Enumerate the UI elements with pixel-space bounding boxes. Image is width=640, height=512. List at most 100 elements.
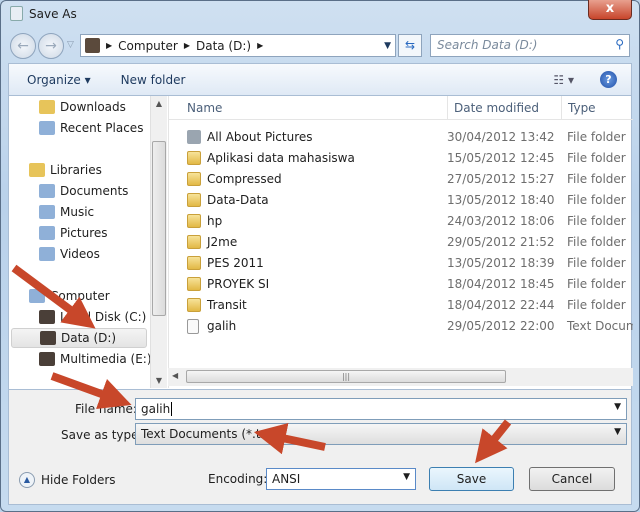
nav-item[interactable]: Pictures bbox=[39, 223, 108, 243]
file-row[interactable]: Aplikasi data mahasiswa 15/05/2012 12:45 F… bbox=[169, 148, 633, 169]
horizontal-scrollbar[interactable]: ◀ ||| bbox=[168, 368, 633, 386]
help-icon[interactable]: ? bbox=[600, 71, 617, 88]
folder-icon bbox=[187, 298, 201, 312]
nav-item[interactable]: Downloads bbox=[39, 97, 126, 117]
chevron-down-icon[interactable]: ▼ bbox=[403, 472, 410, 482]
file-name: PES 2011 bbox=[207, 256, 264, 270]
search-input[interactable]: Search Data (D:) ⚲ bbox=[430, 34, 630, 57]
view-options-icon[interactable]: ☷ ▾ bbox=[553, 73, 574, 87]
nav-scrollbar[interactable]: ▲ ▼ bbox=[150, 96, 167, 388]
network-folder-icon bbox=[187, 130, 201, 144]
column-name[interactable]: Name bbox=[187, 101, 222, 115]
encoding-select[interactable]: ANSI ▼ bbox=[266, 468, 416, 490]
nav-item[interactable]: Libraries bbox=[29, 160, 102, 180]
column-type[interactable]: Type bbox=[561, 96, 596, 120]
close-button[interactable]: x bbox=[588, 0, 632, 20]
documents-icon bbox=[39, 184, 55, 198]
nav-item[interactable]: Videos bbox=[39, 244, 100, 264]
address-dropdown[interactable]: ▼ bbox=[384, 41, 391, 51]
nav-item[interactable]: Multimedia (E:) bbox=[39, 349, 152, 369]
save-as-type-select[interactable]: Text Documents (*.txt) ▼ bbox=[135, 423, 627, 445]
hide-folders-button[interactable]: ▲ Hide Folders bbox=[19, 472, 116, 488]
nav-item[interactable]: Documents bbox=[39, 181, 128, 201]
nav-item-label: Data (D:) bbox=[61, 331, 117, 345]
chevron-down-icon[interactable]: ▼ bbox=[614, 427, 621, 437]
refresh-button[interactable]: ⇆ bbox=[398, 34, 422, 57]
column-date-modified[interactable]: Date modified bbox=[447, 96, 539, 120]
nav-item-label: Recent Places bbox=[60, 121, 144, 135]
scroll-left-arrow[interactable]: ◀ bbox=[172, 371, 178, 380]
pictures-icon bbox=[39, 226, 55, 240]
sort-ascending-icon: ^ bbox=[309, 96, 316, 101]
organize-button[interactable]: Organize ▾ bbox=[27, 73, 91, 87]
file-date: 18/04/2012 18:45 bbox=[447, 277, 555, 291]
nav-item-label: Multimedia (E:) bbox=[60, 352, 152, 366]
file-name: PROYEK SI bbox=[207, 277, 270, 291]
file-row[interactable]: Data-Data 13/05/2012 18:40 File folder bbox=[169, 190, 633, 211]
chevron-down-icon[interactable]: ▼ bbox=[614, 402, 621, 412]
scroll-thumb[interactable] bbox=[152, 141, 166, 316]
new-folder-button[interactable]: New folder bbox=[121, 73, 186, 87]
file-type: File folder bbox=[567, 256, 626, 270]
folder-icon bbox=[187, 235, 201, 249]
folder-icon bbox=[187, 277, 201, 291]
file-name: Data-Data bbox=[207, 193, 269, 207]
file-type: File folder bbox=[567, 172, 626, 186]
file-row[interactable]: galih 29/05/2012 22:00 Text Document bbox=[169, 316, 633, 337]
column-headers: Name ^ Date modified Type bbox=[169, 96, 633, 120]
file-date: 13/05/2012 18:40 bbox=[447, 193, 555, 207]
back-button[interactable]: ← bbox=[10, 33, 36, 59]
file-row[interactable]: PROYEK SI 18/04/2012 18:45 File folder bbox=[169, 274, 633, 295]
nav-item[interactable]: Music bbox=[39, 202, 94, 222]
breadcrumb-data-d[interactable]: Data (D:) bbox=[196, 39, 251, 53]
address-bar[interactable]: ▶ Computer ▶ Data (D:) ▶ ▼ bbox=[80, 34, 396, 57]
folder-icon bbox=[187, 193, 201, 207]
horizontal-scroll-thumb[interactable]: ||| bbox=[186, 370, 506, 383]
folder-icon bbox=[187, 172, 201, 186]
recent-pages-dropdown[interactable]: ▽ bbox=[67, 40, 74, 50]
save-button[interactable]: Save bbox=[429, 467, 514, 491]
nav-item[interactable]: Local Disk (C:) bbox=[39, 307, 146, 327]
scroll-down-arrow[interactable]: ▼ bbox=[151, 376, 167, 385]
file-date: 15/05/2012 12:45 bbox=[447, 151, 555, 165]
libraries-icon bbox=[29, 163, 45, 177]
nav-item-label: Local Disk (C:) bbox=[60, 310, 147, 324]
search-icon[interactable]: ⚲ bbox=[615, 37, 624, 51]
recent-places-icon bbox=[39, 121, 55, 135]
file-row[interactable]: Transit 18/04/2012 22:44 File folder bbox=[169, 295, 633, 316]
save-as-type-value: Text Documents (*.txt) bbox=[141, 427, 278, 441]
file-row[interactable]: All About Pictures 30/04/2012 13:42 File f… bbox=[169, 127, 633, 148]
file-date: 27/05/2012 15:27 bbox=[447, 172, 555, 186]
file-row[interactable]: J2me 29/05/2012 21:52 File folder bbox=[169, 232, 633, 253]
breadcrumb-computer[interactable]: Computer bbox=[118, 39, 178, 53]
text-file-icon bbox=[187, 319, 199, 334]
file-row[interactable]: PES 2011 13/05/2012 18:39 File folder bbox=[169, 253, 633, 274]
file-row[interactable]: hp 24/03/2012 18:06 File folder bbox=[169, 211, 633, 232]
drive-icon bbox=[40, 331, 56, 345]
file-name: Aplikasi data mahasiswa bbox=[207, 151, 355, 165]
file-name-input[interactable]: galih ▼ bbox=[135, 398, 627, 420]
file-date: 24/03/2012 18:06 bbox=[447, 214, 555, 228]
save-form: File name: galih ▼ Save as type: Text Doc… bbox=[8, 390, 632, 505]
file-date: 29/05/2012 21:52 bbox=[447, 235, 555, 249]
folder-icon bbox=[187, 256, 201, 270]
file-type: Text Document bbox=[567, 319, 633, 333]
breadcrumb-separator[interactable]: ▶ bbox=[257, 41, 263, 50]
file-row[interactable]: Compressed 27/05/2012 15:27 File folder bbox=[169, 169, 633, 190]
file-name-label: File name: bbox=[75, 402, 137, 416]
file-type: File folder bbox=[567, 151, 626, 165]
nav-item[interactable]: Data (D:) bbox=[11, 328, 147, 348]
browser-pane: Downloads Recent Places Libraries Documents… bbox=[8, 96, 633, 390]
forward-button[interactable]: → bbox=[38, 33, 64, 59]
toolbar: Organize ▾ New folder ☷ ▾ ? bbox=[8, 63, 632, 96]
nav-item-label: Music bbox=[60, 205, 95, 219]
nav-item[interactable]: Recent Places bbox=[39, 118, 143, 138]
cancel-button[interactable]: Cancel bbox=[529, 467, 615, 491]
scroll-up-arrow[interactable]: ▲ bbox=[151, 99, 167, 108]
file-date: 13/05/2012 18:39 bbox=[447, 256, 555, 270]
nav-item-label: Videos bbox=[60, 247, 100, 261]
file-name-value: galih bbox=[141, 402, 171, 416]
nav-item[interactable]: Computer bbox=[29, 286, 110, 306]
nav-item-label: Pictures bbox=[60, 226, 108, 240]
chevron-up-icon: ▲ bbox=[19, 472, 35, 488]
